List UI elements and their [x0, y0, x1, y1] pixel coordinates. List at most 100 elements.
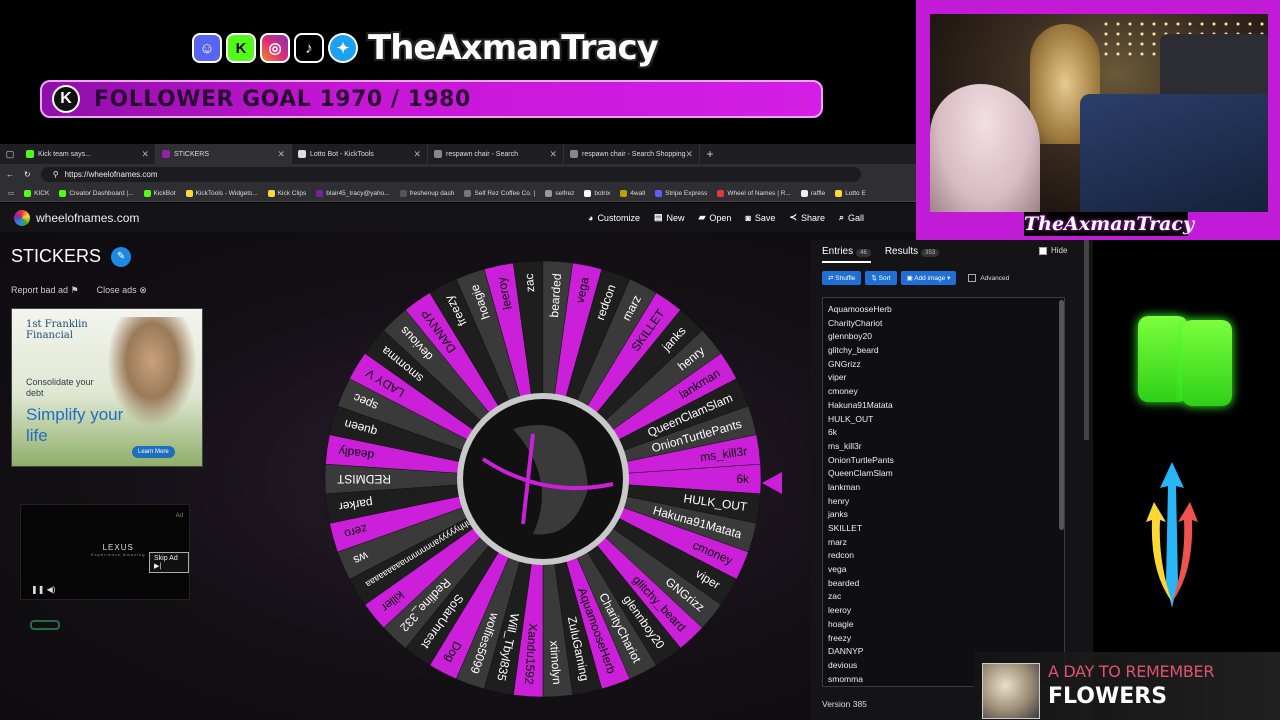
volume-icon[interactable]: ◀) [47, 585, 56, 594]
open-button[interactable]: ▰ Open [698, 212, 731, 223]
learn-more-button[interactable]: Learn More [132, 446, 175, 458]
entry-line[interactable]: janks [823, 508, 1064, 522]
save-icon: ◙ [745, 212, 751, 223]
bookmark-item[interactable]: Self Rez Coffee Co. | [464, 189, 535, 197]
wheel-slice-label: xtimolyn [547, 640, 564, 685]
album-art [982, 663, 1040, 719]
video-ad[interactable]: Ad LEXUS Experience Amazing Skip Ad ▶| ❚❚… [20, 504, 190, 600]
back-icon[interactable]: ← [6, 170, 14, 179]
bookmark-item[interactable]: KickBot [143, 189, 176, 197]
bookmark-item[interactable]: Wheel of Names | R... [717, 189, 791, 197]
entry-line[interactable]: redcon [823, 549, 1064, 563]
bookmark-icon[interactable]: ▭ [8, 189, 14, 197]
browser-tab[interactable]: Lotto Bot - KickTools ✕ [292, 144, 428, 164]
tab-entries[interactable]: Entries 46 [822, 246, 871, 263]
refresh-icon[interactable]: ↻ [24, 170, 31, 179]
browser-tab-active[interactable]: STICKERS ✕ [156, 144, 292, 164]
chevron-down-icon: ▾ [947, 275, 951, 282]
entry-line[interactable]: OnionTurtlePants [823, 454, 1064, 468]
bookmark-item[interactable]: KICK [24, 189, 49, 197]
browser-tab[interactable]: Kick team says... ✕ [20, 144, 156, 164]
entry-line[interactable]: HULK_OUT [823, 413, 1064, 427]
bookmark-item[interactable]: blair45_tracy@yaho... [316, 189, 390, 197]
name-wheel[interactable]: 6k HULK_OUT Hakuna91Matata cmoney viper GNGri… [322, 258, 764, 700]
entry-line[interactable]: glennboy20 [823, 330, 1064, 344]
wheel-title: STICKERS [11, 246, 102, 266]
close-icon[interactable]: ✕ [549, 149, 557, 160]
share-button[interactable]: ≺ Share [789, 212, 825, 223]
hide-checkbox[interactable] [1039, 246, 1047, 255]
entry-line[interactable]: viper [823, 371, 1064, 385]
close-ads-link[interactable]: Close ads ⊗ [97, 285, 147, 296]
instagram-icon: ◎ [260, 33, 290, 63]
bookmark-item[interactable]: KickTools - Widgets... [185, 189, 258, 197]
entry-line[interactable]: lankman [823, 481, 1064, 495]
browser-tab[interactable]: respawn chair - Search Shopping ✕ [564, 144, 700, 164]
tab-results[interactable]: Results 353 [885, 246, 940, 263]
palette-icon: ◕ [588, 212, 594, 223]
site-name[interactable]: wheelofnames.com [36, 211, 139, 225]
panel-scrollbar[interactable] [1084, 240, 1089, 440]
bookmark-item[interactable]: freshenup dash [399, 189, 454, 197]
entry-line[interactable]: CharityChariot [823, 317, 1064, 331]
entry-line[interactable]: vega [823, 563, 1064, 577]
entry-line[interactable]: GNGrizz [823, 358, 1064, 372]
address-bar-row: ← ↻ ⚲ https://wheelofnames.com [0, 164, 916, 185]
wheel-graphic[interactable]: 6kHULK_OUTHakuna91MatatacmoneyviperGNGri… [322, 258, 764, 700]
add-image-button[interactable]: ▣ Add image ▾ [900, 271, 957, 285]
browser-tab[interactable]: respawn chair - Search ✕ [428, 144, 564, 164]
bookmark-item[interactable]: 4wall [620, 189, 645, 197]
close-icon[interactable]: ✕ [685, 149, 693, 160]
new-button[interactable]: ▤ New [654, 212, 685, 223]
sort-button[interactable]: ⇅ Sort [865, 271, 897, 285]
site-info-icon[interactable]: ⚲ [53, 170, 59, 179]
shuffle-button[interactable]: ⇄ Shuffle [822, 271, 862, 285]
hide-toggle[interactable]: Hide [1039, 246, 1067, 255]
new-tab-button[interactable]: + [700, 147, 720, 161]
report-ad-link[interactable]: Report bad ad ⚑ [11, 285, 79, 296]
wheel-logo-icon[interactable] [14, 209, 30, 226]
ad-controls: Report bad ad ⚑ Close ads ⊗ [11, 285, 147, 296]
entry-line[interactable]: leeroy [823, 604, 1064, 618]
entry-line[interactable]: hoagie [823, 618, 1064, 632]
entry-line[interactable]: marz [823, 536, 1064, 550]
advanced-toggle[interactable]: Advanced [968, 274, 1009, 282]
bookmark-item[interactable]: selfrez [545, 189, 574, 197]
close-icon[interactable]: ✕ [141, 149, 149, 160]
entry-line[interactable]: Hakuna91Matata [823, 399, 1064, 413]
url-field[interactable]: ⚲ https://wheelofnames.com [40, 167, 861, 182]
entry-line[interactable]: bearded [823, 577, 1064, 591]
bookmark-item[interactable]: botrix [584, 189, 610, 197]
advertisement-banner[interactable]: 1st Franklin Financial Consolidate your … [11, 308, 203, 467]
entry-line[interactable]: henry [823, 495, 1064, 509]
close-icon[interactable]: ✕ [413, 149, 421, 160]
advanced-checkbox[interactable] [968, 274, 977, 282]
bookmark-item[interactable]: Stripe Express [655, 189, 707, 197]
song-title: FLOWERS [1048, 684, 1168, 709]
bookmark-item[interactable]: Kick Clips [267, 189, 306, 197]
bookmark-item[interactable]: Creator Dashboard |... [59, 189, 134, 197]
gallery-button[interactable]: ⌕ Gall [839, 212, 864, 223]
skip-ad-button[interactable]: Skip Ad ▶| [149, 552, 189, 573]
entry-line[interactable]: zac [823, 590, 1064, 604]
bookmark-item[interactable]: Lotto E [835, 189, 866, 197]
entry-line[interactable]: ms_kill3r [823, 440, 1064, 454]
edit-icon[interactable]: ✎ [111, 246, 132, 267]
entries-scrollbar[interactable] [1059, 300, 1064, 530]
entry-line[interactable]: glitchy_beard [823, 344, 1064, 358]
entry-line[interactable]: 6k [823, 426, 1064, 440]
new-file-icon: ▤ [653, 212, 663, 222]
entry-line[interactable]: QueenClamSlam [823, 467, 1064, 481]
entry-line[interactable]: freezy [823, 632, 1064, 646]
bookmark-item[interactable]: raffle [800, 189, 825, 197]
close-icon[interactable]: ✕ [277, 149, 285, 160]
pause-icon[interactable]: ❚❚ [31, 585, 44, 594]
entry-line[interactable]: cmoney [823, 385, 1064, 399]
entry-line[interactable]: AquamooseHerb [823, 303, 1064, 317]
customize-button[interactable]: ◕ Customize [588, 213, 640, 223]
entry-line[interactable]: SKILLET [823, 522, 1064, 536]
entries-textarea[interactable]: AquamooseHerb CharityChariot glennboy20 gli… [822, 297, 1065, 687]
browser-tab-bar: ▢ Kick team says... ✕ STICKERS ✕ Lotto Bot… [0, 144, 916, 164]
tab-list-icon[interactable]: ▢ [0, 149, 20, 160]
save-button[interactable]: ◙ Save [745, 213, 775, 223]
